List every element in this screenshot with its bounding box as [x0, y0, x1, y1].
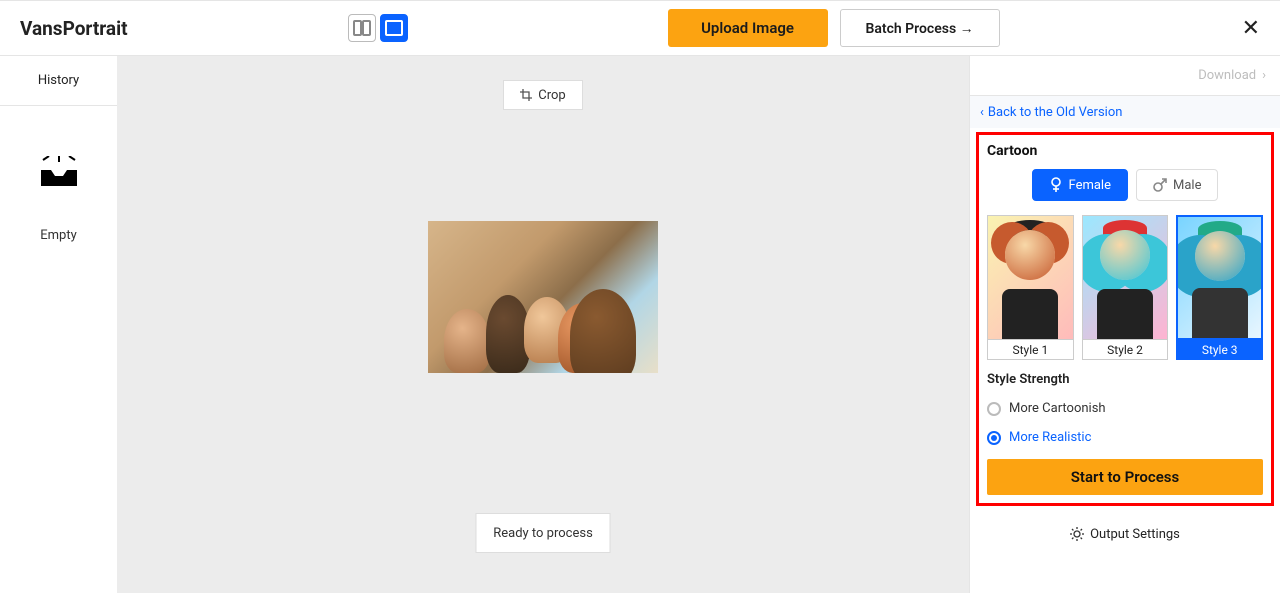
back-link-label: Back to the Old Version	[988, 105, 1123, 120]
style-strength-title: Style Strength	[987, 372, 1263, 387]
male-icon	[1153, 178, 1167, 192]
tab-history[interactable]: History	[0, 56, 117, 106]
inbox-icon	[39, 156, 79, 188]
close-icon[interactable]: ✕	[1242, 16, 1260, 41]
more-realistic-label: More Realistic	[1009, 430, 1091, 445]
empty-label: Empty	[40, 228, 77, 243]
upload-image-button[interactable]: Upload Image	[668, 9, 828, 47]
radio-icon	[987, 402, 1001, 416]
female-icon	[1049, 177, 1063, 193]
download-label: Download	[1198, 68, 1256, 83]
style-2-thumb	[1082, 215, 1169, 340]
back-link[interactable]: ‹ Back to the Old Version	[970, 96, 1280, 128]
chevron-right-icon: ›	[1262, 68, 1266, 83]
more-realistic-radio[interactable]: More Realistic	[987, 430, 1263, 445]
style-3-card[interactable]: Style 3	[1176, 215, 1263, 360]
radio-icon	[987, 431, 1001, 445]
status-badge: Ready to process	[476, 513, 611, 553]
gender-female-button[interactable]: Female	[1032, 169, 1128, 201]
female-label: Female	[1069, 178, 1111, 193]
style-2-label: Style 2	[1082, 340, 1169, 360]
more-cartoonish-radio[interactable]: More Cartoonish	[987, 401, 1263, 416]
batch-process-button[interactable]: Batch Process →	[840, 9, 1000, 47]
start-process-button[interactable]: Start to Process	[987, 459, 1263, 495]
crop-label: Crop	[538, 88, 565, 103]
chevron-left-icon: ‹	[980, 105, 984, 120]
style-3-thumb	[1176, 215, 1263, 340]
cartoon-title: Cartoon	[987, 143, 1263, 159]
cartoon-panel: Cartoon Female Male Style 1 St	[976, 132, 1274, 506]
output-settings-button[interactable]: Output Settings	[970, 516, 1280, 552]
style-3-label: Style 3	[1176, 340, 1263, 360]
crop-icon	[520, 89, 532, 101]
gender-male-button[interactable]: Male	[1136, 169, 1218, 201]
split-view-button[interactable]	[348, 14, 376, 42]
split-view-icon	[353, 20, 371, 36]
download-button[interactable]: Download ›	[970, 56, 1280, 96]
canvas-area: Crop Ready to process	[117, 56, 970, 593]
style-1-thumb	[987, 215, 1074, 340]
style-1-label: Style 1	[987, 340, 1074, 360]
output-settings-label: Output Settings	[1090, 527, 1180, 542]
male-label: Male	[1173, 178, 1201, 193]
style-2-card[interactable]: Style 2	[1082, 215, 1169, 360]
single-view-button[interactable]	[380, 14, 408, 42]
app-title: VansPortrait	[20, 17, 128, 40]
single-view-icon	[385, 20, 403, 36]
style-1-card[interactable]: Style 1	[987, 215, 1074, 360]
gear-icon	[1070, 527, 1084, 541]
uploaded-image[interactable]	[428, 221, 658, 373]
more-cartoonish-label: More Cartoonish	[1009, 401, 1106, 416]
crop-button[interactable]: Crop	[503, 80, 583, 110]
